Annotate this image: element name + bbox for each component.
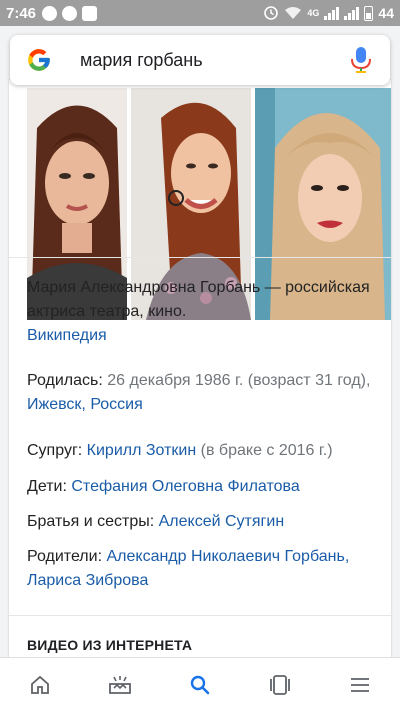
battery-percent: 44 — [378, 5, 394, 21]
signal-icon — [324, 6, 340, 20]
fact-parents: Родители: Александр Николаевич Горбань, … — [27, 545, 367, 593]
section-divider — [9, 615, 391, 616]
children-label: Дети: — [27, 478, 67, 495]
nav-tabs[interactable] — [260, 665, 300, 705]
google-logo-icon[interactable] — [26, 47, 52, 73]
network-type: 4G — [307, 8, 320, 18]
children-link[interactable]: Стефания Олеговна Филатова — [71, 478, 299, 495]
search-query[interactable]: мария горбань — [80, 50, 350, 71]
status-bar: 7:46 4G 44 — [0, 0, 400, 26]
parent-1-link[interactable]: Александр Николаевич Горбань, — [106, 548, 349, 565]
search-bar[interactable]: мария горбань — [10, 35, 390, 85]
wifi-icon — [285, 7, 302, 19]
birthplace-link[interactable]: Ижевск, Россия — [27, 396, 143, 413]
alarm-icon — [264, 6, 279, 20]
description-text: Мария Александровна Горбань — российская… — [27, 279, 370, 320]
home-icon — [31, 675, 49, 694]
message-icon — [42, 5, 58, 21]
nav-search[interactable] — [180, 665, 220, 705]
battery-icon — [364, 5, 374, 21]
updates-icon — [109, 675, 131, 694]
divider — [9, 257, 391, 258]
spouse-note: (в браке с 2016 г.) — [200, 442, 333, 459]
chat-icon — [62, 5, 78, 21]
parents-label: Родители: — [27, 548, 103, 565]
parent-2-link[interactable]: Лариса Зиброва — [27, 572, 148, 589]
siblings-label: Братья и сестры: — [27, 513, 155, 530]
siblings-link[interactable]: Алексей Сутягин — [159, 513, 285, 530]
telegram-icon — [82, 5, 98, 21]
tabs-icon — [270, 674, 290, 695]
fact-spouse: Супруг: Кирилл Зоткин (в браке с 2016 г.… — [27, 439, 387, 463]
nav-home[interactable] — [20, 665, 60, 705]
status-time: 7:46 — [6, 4, 37, 22]
nav-menu[interactable] — [340, 665, 380, 705]
videos-section-title: ВИДЕО ИЗ ИНТЕРНЕТА — [27, 637, 193, 653]
signal-2-icon — [344, 6, 360, 20]
spouse-label: Супруг: — [27, 442, 83, 459]
search-icon — [190, 675, 210, 694]
fact-born: Родилась: 26 декабря 1986 г. (возраст 31… — [27, 369, 387, 417]
microphone-icon[interactable] — [350, 46, 372, 74]
nav-updates[interactable] — [100, 665, 140, 705]
fact-siblings: Братья и сестры: Алексей Сутягин — [27, 510, 387, 534]
menu-icon — [351, 677, 369, 692]
fact-children: Дети: Стефания Олеговна Филатова — [27, 475, 387, 499]
wikipedia-link[interactable]: Википедия — [27, 327, 107, 344]
description: Мария Александровна Горбань — российская… — [27, 276, 377, 348]
spouse-link[interactable]: Кирилл Зоткин — [87, 442, 197, 459]
born-label: Родилась: — [27, 372, 103, 389]
bottom-navigation — [0, 657, 400, 711]
born-value: 26 декабря 1986 г. (возраст 31 год), — [107, 372, 371, 389]
